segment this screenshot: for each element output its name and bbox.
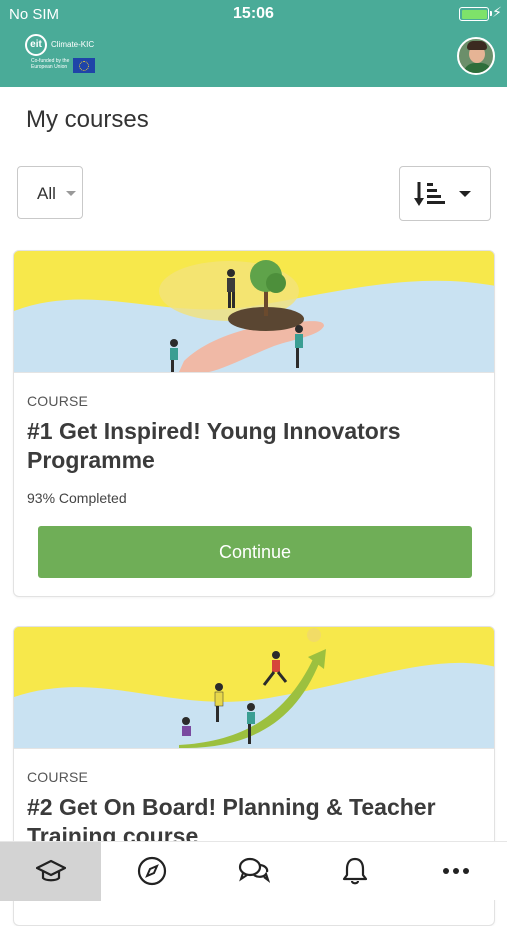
course-kind-label: COURSE	[27, 393, 89, 409]
more-icon	[443, 868, 469, 874]
logo-brand-text: Climate-KIC	[51, 40, 95, 49]
continue-button[interactable]: Continue	[38, 526, 472, 578]
status-bar: No SIM 15:06 ⚡	[0, 0, 507, 28]
compass-icon	[137, 856, 167, 886]
sort-descending-icon	[414, 182, 445, 206]
tab-messages[interactable]	[202, 842, 303, 901]
sort-button[interactable]	[399, 166, 491, 221]
avatar[interactable]	[457, 37, 495, 75]
tab-more[interactable]	[405, 842, 506, 901]
tab-notifications[interactable]	[304, 842, 405, 901]
eu-flag-icon	[73, 58, 95, 73]
bell-icon	[342, 857, 368, 885]
chevron-down-icon	[459, 191, 471, 197]
chevron-down-icon	[66, 191, 76, 196]
course-banner-image	[14, 251, 494, 372]
course-card[interactable]: COURSE #1 Get Inspired! Young Innovators…	[13, 250, 495, 597]
tab-my-courses[interactable]	[0, 842, 101, 901]
graduation-cap-icon	[36, 859, 66, 882]
course-kind-label: COURSE	[27, 769, 89, 785]
charging-icon: ⚡	[492, 4, 502, 20]
tab-explore[interactable]	[101, 842, 202, 901]
app-header: No SIM 15:06 ⚡ eit Climate-KIC Co-funded…	[0, 0, 507, 87]
clock: 15:06	[233, 5, 274, 22]
battery-icon	[459, 7, 492, 21]
chat-bubbles-icon	[238, 857, 270, 883]
course-banner-image	[14, 627, 494, 748]
bottom-tab-bar	[0, 841, 507, 901]
page-title: My courses	[26, 106, 149, 133]
category-filter-value: All	[37, 184, 56, 203]
course-title[interactable]: #1 Get Inspired! Young Innovators Progra…	[27, 417, 477, 475]
course-progress-text: 93% Completed	[27, 490, 127, 506]
eit-badge: eit	[25, 34, 47, 56]
climate-kic-logo[interactable]: eit Climate-KIC Co-funded by the Europea…	[25, 34, 105, 76]
eu-funding-text: Co-funded by the European Union	[31, 58, 70, 70]
category-filter-select[interactable]: All	[17, 166, 83, 219]
